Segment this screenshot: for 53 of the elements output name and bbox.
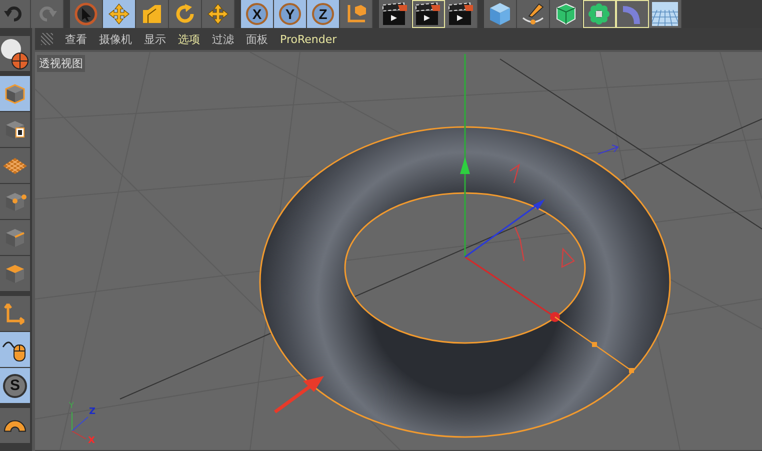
toolbar-button[interactable] [412, 0, 445, 28]
cube-icon [3, 82, 27, 106]
toolbar-button[interactable] [649, 0, 682, 28]
cube-icon [488, 2, 512, 26]
menu-item[interactable]: 显示 [138, 32, 172, 46]
toolbar-button[interactable]: X [241, 0, 274, 28]
menu-item[interactable]: 面板 [240, 32, 274, 46]
redo-arrow-icon [37, 5, 57, 23]
scale-icon [142, 4, 162, 24]
sidebar-button[interactable] [0, 36, 30, 71]
grid-floor-icon [652, 2, 678, 26]
axis-gizmo-drawing [72, 412, 88, 440]
grid-plane-icon [2, 156, 28, 176]
move-arrows-icon [108, 3, 130, 25]
menu-item[interactable]: 选项 [172, 32, 206, 46]
menu-item[interactable]: 过滤 [206, 32, 240, 46]
toolbar-button[interactable]: Z [307, 0, 340, 28]
sidebar-button[interactable] [0, 332, 30, 367]
globe-icon [0, 36, 30, 70]
axis-letter-icon: Z [312, 3, 334, 25]
move-arrows-icon [207, 3, 229, 25]
clapboard-icon [382, 2, 408, 26]
grip-icon [41, 33, 53, 45]
flower-icon [587, 2, 611, 26]
toolbar-button[interactable] [517, 0, 550, 28]
clapboard-icon [415, 2, 441, 26]
menu-item[interactable]: 查看 [59, 32, 93, 46]
sidebar-button[interactable]: S [0, 368, 30, 403]
pen-icon [521, 2, 545, 26]
axis-label: X [88, 436, 95, 446]
menu-item[interactable]: ProRender [274, 32, 343, 46]
sidebar-button[interactable] [0, 112, 30, 147]
annotation-arrow [274, 376, 324, 414]
toolbar-button[interactable]: Y [274, 0, 307, 28]
toolbar-button[interactable] [550, 0, 583, 28]
toolbar-button[interactable] [445, 0, 478, 28]
sidebar-button[interactable] [0, 408, 30, 443]
axis-letter-icon: Y [279, 3, 301, 25]
clapboard-icon [448, 2, 474, 26]
axis-icon [345, 3, 367, 25]
axis-label: Y [69, 401, 74, 410]
axis-icon [3, 302, 27, 326]
cursor-icon [74, 2, 98, 26]
menu-item[interactable]: 摄像机 [93, 32, 138, 46]
axis-letter-icon: X [246, 3, 268, 25]
snap-letter-icon: S [3, 374, 27, 398]
undo-arrow-icon [4, 5, 24, 23]
toolbar-button[interactable] [484, 0, 517, 28]
viewport-title: 透视视图 [37, 55, 85, 72]
toolbar-button[interactable] [379, 0, 412, 28]
rotate-icon [174, 3, 196, 25]
axis-label: Z [89, 407, 96, 417]
polygon-object-icon [554, 2, 578, 26]
